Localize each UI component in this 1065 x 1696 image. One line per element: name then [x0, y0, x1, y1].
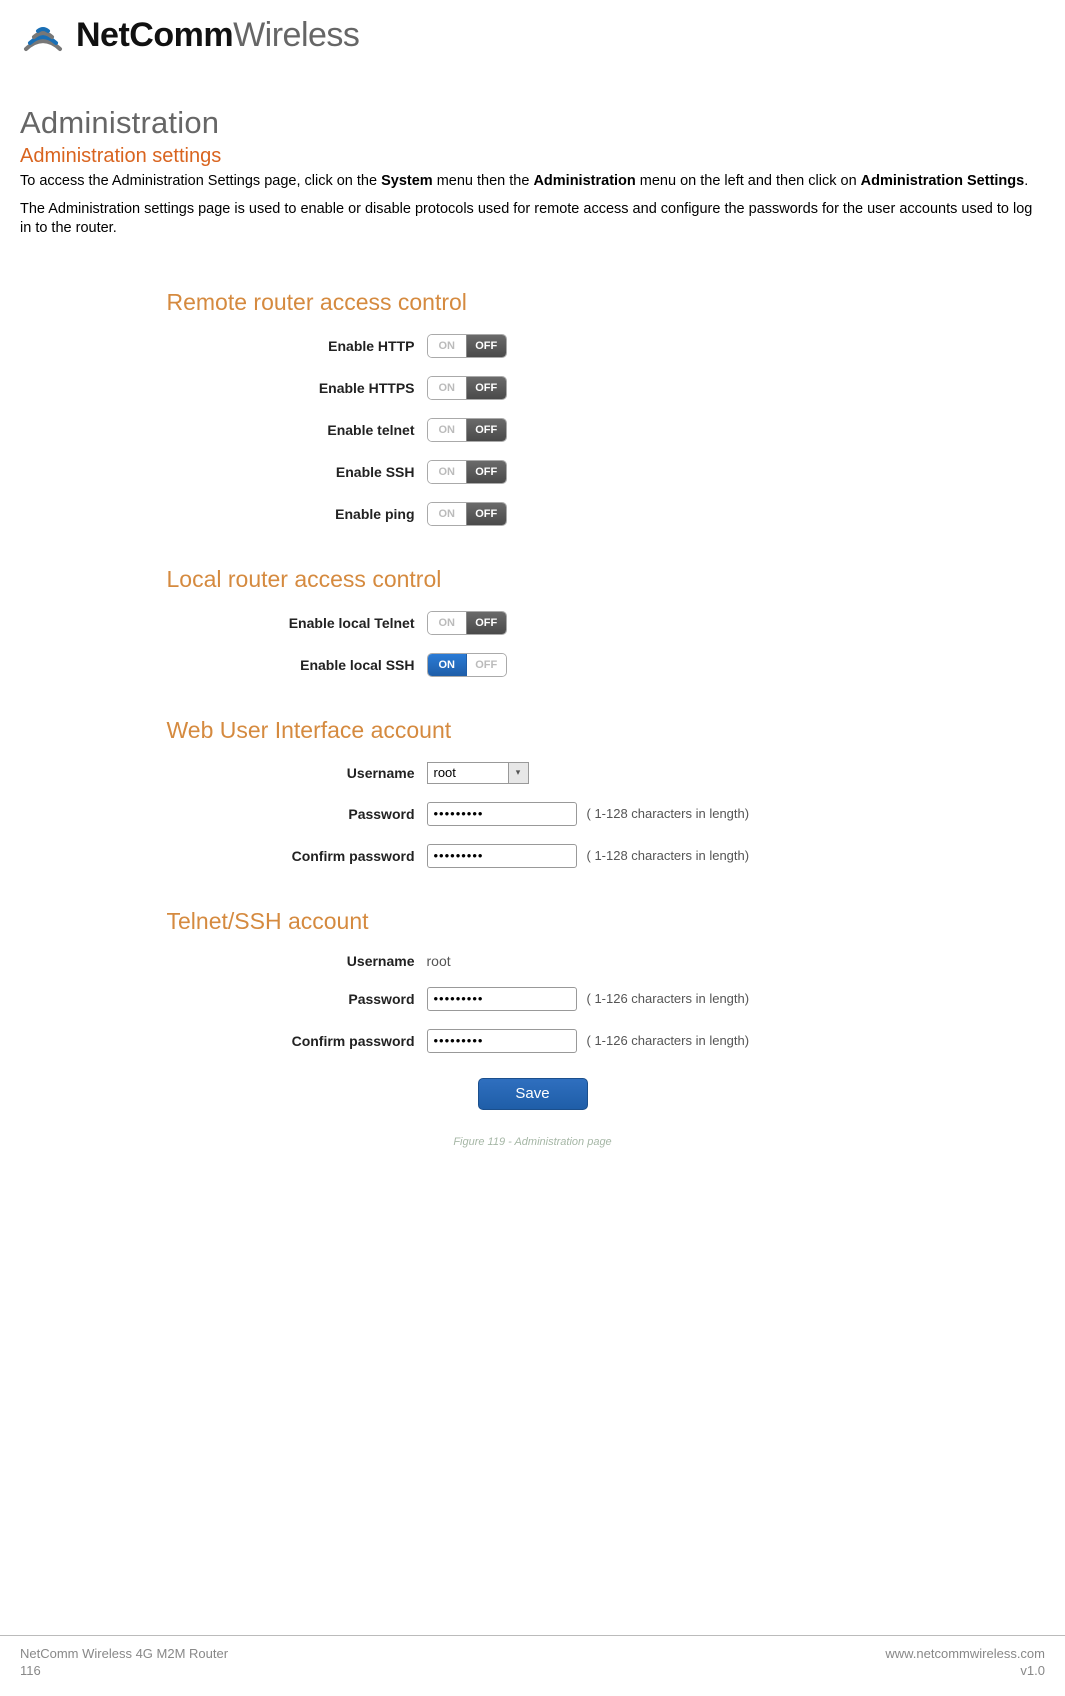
brand-name-light: Wireless — [233, 16, 359, 54]
select-web-username[interactable]: root ▾ — [427, 762, 529, 784]
hint-web-confirm: ( 1-128 characters in length) — [587, 848, 750, 863]
label-enable-https: Enable HTTPS — [167, 380, 427, 396]
label-local-ssh: Enable local SSH — [167, 657, 427, 673]
row-enable-https: Enable HTTPS ON OFF — [167, 376, 899, 400]
chevron-down-icon: ▾ — [508, 763, 528, 783]
row-enable-telnet: Enable telnet ON OFF — [167, 418, 899, 442]
row-enable-http: Enable HTTP ON OFF — [167, 334, 899, 358]
select-web-username-value: root — [428, 765, 508, 780]
section-subheading: Administration settings — [20, 145, 1045, 168]
label-web-confirm: Confirm password — [167, 848, 427, 864]
hint-web-password: ( 1-128 characters in length) — [587, 806, 750, 821]
label-web-password: Password — [167, 806, 427, 822]
hint-ssh-password: ( 1-126 characters in length) — [587, 991, 750, 1006]
input-web-password[interactable]: ••••••••• — [427, 802, 577, 826]
brand-name-bold: NetComm — [76, 16, 233, 54]
input-web-confirm[interactable]: ••••••••• — [427, 844, 577, 868]
row-ssh-confirm: Confirm password ••••••••• ( 1-126 chara… — [167, 1029, 899, 1053]
page-footer: NetComm Wireless 4G M2M Router 116 www.n… — [0, 1635, 1065, 1696]
row-enable-ping: Enable ping ON OFF — [167, 502, 899, 526]
label-web-username: Username — [167, 765, 427, 781]
intro-paragraph-2: The Administration settings page is used… — [20, 200, 1045, 239]
footer-product: NetComm Wireless 4G M2M Router — [20, 1646, 228, 1663]
label-local-telnet: Enable local Telnet — [167, 615, 427, 631]
toggle-enable-telnet[interactable]: ON OFF — [427, 418, 507, 442]
ssh-section-title: Telnet/SSH account — [167, 908, 899, 935]
brand-logo: NetCommWireless — [20, 16, 1045, 55]
save-button[interactable]: Save — [478, 1078, 588, 1110]
footer-page: 116 — [20, 1663, 228, 1680]
row-enable-ssh: Enable SSH ON OFF — [167, 460, 899, 484]
netcomm-waves-icon — [20, 19, 66, 53]
value-ssh-username: root — [427, 953, 451, 969]
row-web-password: Password ••••••••• ( 1-128 characters in… — [167, 802, 899, 826]
toggle-local-telnet[interactable]: ON OFF — [427, 611, 507, 635]
row-local-ssh: Enable local SSH ON OFF — [167, 653, 899, 677]
toggle-enable-http[interactable]: ON OFF — [427, 334, 507, 358]
label-ssh-password: Password — [167, 991, 427, 1007]
toggle-enable-https[interactable]: ON OFF — [427, 376, 507, 400]
remote-section-title: Remote router access control — [167, 289, 899, 316]
hint-ssh-confirm: ( 1-126 characters in length) — [587, 1033, 750, 1048]
row-ssh-password: Password ••••••••• ( 1-126 characters in… — [167, 987, 899, 1011]
input-ssh-confirm[interactable]: ••••••••• — [427, 1029, 577, 1053]
figure-caption: Figure 119 - Administration page — [20, 1136, 1045, 1148]
label-ssh-confirm: Confirm password — [167, 1033, 427, 1049]
label-enable-ssh: Enable SSH — [167, 464, 427, 480]
toggle-enable-ssh[interactable]: ON OFF — [427, 460, 507, 484]
brand-wordmark: NetCommWireless — [76, 16, 359, 55]
row-web-username: Username root ▾ — [167, 762, 899, 784]
local-section-title: Local router access control — [167, 566, 899, 593]
label-enable-http: Enable HTTP — [167, 338, 427, 354]
page-title: Administration — [20, 105, 1045, 141]
row-ssh-username: Username root — [167, 953, 899, 969]
intro-paragraph-1: To access the Administration Settings pa… — [20, 172, 1045, 192]
toggle-enable-ping[interactable]: ON OFF — [427, 502, 507, 526]
toggle-local-ssh[interactable]: ON OFF — [427, 653, 507, 677]
admin-settings-screenshot: Remote router access control Enable HTTP… — [153, 269, 913, 1130]
label-enable-ping: Enable ping — [167, 506, 427, 522]
footer-url: www.netcommwireless.com — [885, 1646, 1045, 1663]
webui-section-title: Web User Interface account — [167, 717, 899, 744]
label-enable-telnet: Enable telnet — [167, 422, 427, 438]
input-ssh-password[interactable]: ••••••••• — [427, 987, 577, 1011]
row-local-telnet: Enable local Telnet ON OFF — [167, 611, 899, 635]
footer-version: v1.0 — [885, 1663, 1045, 1680]
row-web-confirm: Confirm password ••••••••• ( 1-128 chara… — [167, 844, 899, 868]
label-ssh-username: Username — [167, 953, 427, 969]
